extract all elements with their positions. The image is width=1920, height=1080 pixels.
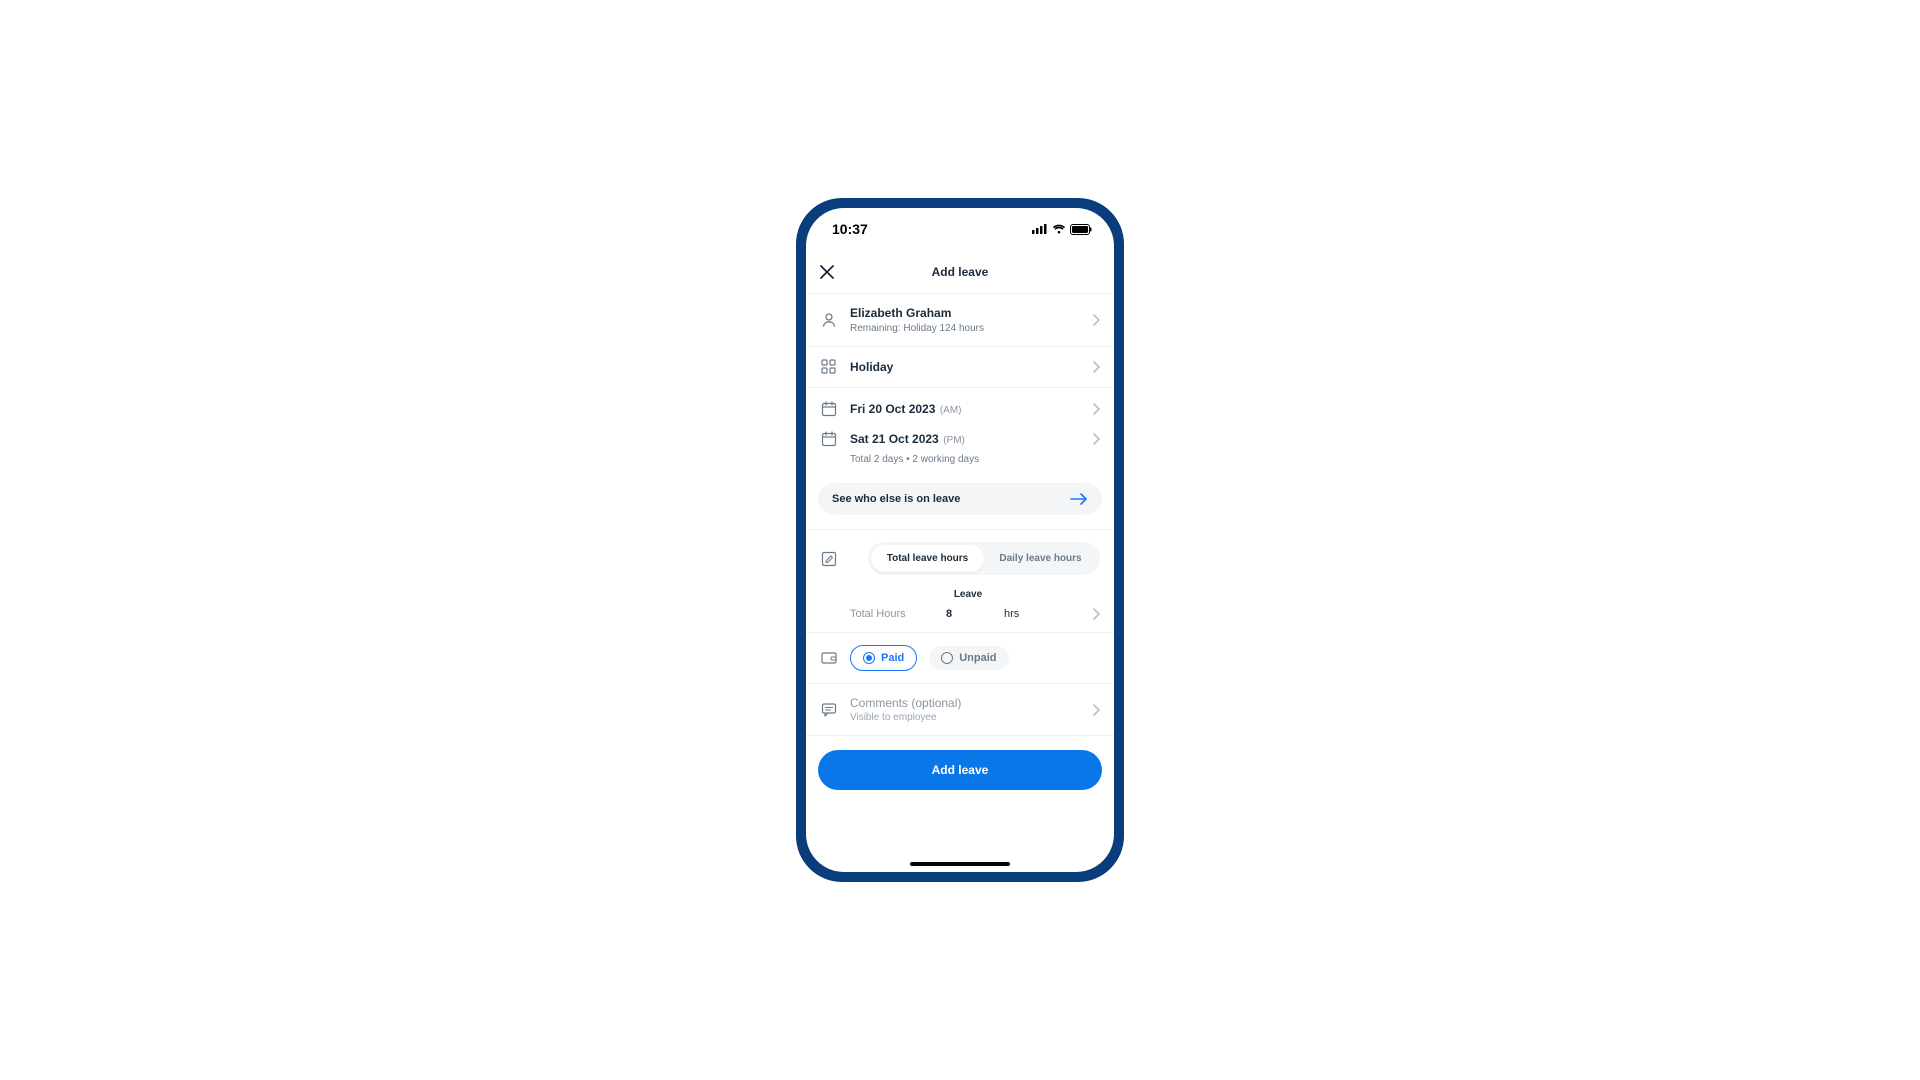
unpaid-label: Unpaid — [959, 652, 996, 664]
wifi-icon — [1052, 224, 1066, 234]
comments-sub: Visible to employee — [850, 712, 1080, 723]
dates-summary: Total 2 days • 2 working days — [806, 454, 1114, 477]
home-indicator[interactable] — [910, 862, 1010, 866]
end-date: Sat 21 Oct 2023 — [850, 432, 939, 446]
see-who-else-label: See who else is on leave — [832, 493, 960, 505]
employee-remaining: Remaining: Holiday 124 hours — [850, 323, 1080, 334]
pay-type-row: Paid Unpaid — [806, 633, 1114, 684]
chevron-right-icon — [1092, 403, 1100, 415]
end-date-meta: (PM) — [943, 435, 965, 446]
footer: Add leave — [806, 736, 1114, 808]
chevron-right-icon — [1092, 704, 1100, 716]
content-scroll[interactable]: Elizabeth Graham Remaining: Holiday 124 … — [806, 294, 1114, 872]
employee-row[interactable]: Elizabeth Graham Remaining: Holiday 124 … — [806, 294, 1114, 347]
radio-unselected-icon — [941, 652, 953, 664]
wallet-icon — [820, 651, 838, 665]
leave-column-heading: Leave — [938, 589, 998, 600]
chevron-right-icon — [1092, 608, 1100, 620]
see-who-else-banner[interactable]: See who else is on leave — [818, 483, 1102, 515]
leave-type-label: Holiday — [850, 360, 1080, 374]
total-hours-label: Total Hours — [850, 608, 938, 620]
chevron-right-icon — [1092, 314, 1100, 326]
calendar-icon — [820, 431, 838, 447]
leave-type-row[interactable]: Holiday — [806, 347, 1114, 388]
arrow-right-icon — [1070, 493, 1088, 505]
chevron-right-icon — [1092, 433, 1100, 445]
paid-label: Paid — [881, 652, 904, 664]
start-date: Fri 20 Oct 2023 — [850, 402, 935, 416]
radio-selected-icon — [863, 652, 875, 664]
start-date-meta: (AM) — [940, 405, 962, 416]
tab-daily-hours[interactable]: Daily leave hours — [984, 545, 1097, 572]
grid-icon — [820, 359, 838, 375]
comments-title: Comments (optional) — [850, 696, 1080, 710]
status-bar: 10:37 — [806, 208, 1114, 250]
status-time: 10:37 — [832, 221, 868, 237]
hours-tabs: Total leave hours Daily leave hours — [868, 542, 1100, 575]
edit-icon — [820, 551, 838, 567]
hours-section: Total leave hours Daily leave hours Leav… — [806, 530, 1114, 633]
person-icon — [820, 312, 838, 328]
total-hours-value: 8 — [946, 608, 996, 620]
chevron-right-icon — [1092, 361, 1100, 373]
phone-frame: 10:37 Add leave Elizabeth Graham Remaini… — [796, 198, 1124, 882]
page-title: Add leave — [806, 265, 1114, 279]
status-icons — [1032, 224, 1092, 235]
total-hours-unit: hrs — [1004, 608, 1084, 620]
comment-icon — [820, 702, 838, 718]
battery-icon — [1070, 224, 1092, 235]
total-hours-row[interactable]: Total Hours 8 hrs — [850, 608, 1100, 620]
start-date-row[interactable]: Fri 20 Oct 2023 (AM) — [806, 388, 1114, 424]
employee-name: Elizabeth Graham — [850, 306, 1080, 320]
tab-total-hours[interactable]: Total leave hours — [871, 545, 984, 572]
add-leave-button[interactable]: Add leave — [818, 750, 1102, 790]
cellular-icon — [1032, 224, 1048, 234]
comments-row[interactable]: Comments (optional) Visible to employee — [806, 684, 1114, 736]
nav-bar: Add leave — [806, 250, 1114, 294]
close-icon[interactable] — [820, 265, 834, 279]
phone-screen: 10:37 Add leave Elizabeth Graham Remaini… — [806, 208, 1114, 872]
unpaid-option[interactable]: Unpaid — [929, 646, 1008, 670]
paid-option[interactable]: Paid — [850, 645, 917, 671]
end-date-row[interactable]: Sat 21 Oct 2023 (PM) — [806, 424, 1114, 454]
calendar-icon — [820, 401, 838, 417]
